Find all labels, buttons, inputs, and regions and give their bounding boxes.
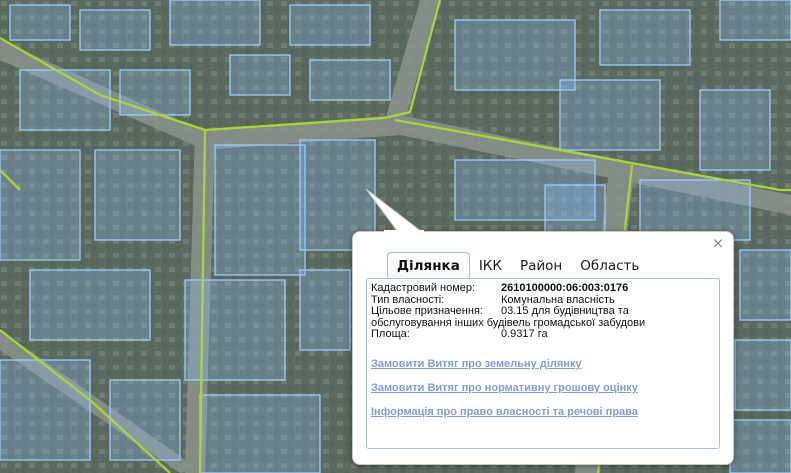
cadastral-number-value: 2610100000:06:003:0176	[501, 282, 629, 294]
tab-region[interactable]: Область	[571, 253, 648, 279]
tab-panel-parcel: Кадастровий номер: 2610100000:06:003:017…	[366, 278, 720, 449]
area-label: Площа:	[371, 328, 410, 340]
order-valuation-extract-link[interactable]: Замовити Витяг про нормативну грошову оц…	[371, 382, 638, 394]
parcel-info-popup: × Ділянка ІКК Район Область Кадастровий …	[352, 231, 734, 465]
tab-parcel[interactable]: Ділянка	[387, 252, 470, 280]
tab-district[interactable]: Район	[511, 253, 571, 279]
purpose-value: 03.15 для будівництва та	[501, 305, 629, 317]
popup-tabs: Ділянка ІКК Район Область	[387, 251, 648, 280]
parcel-details: Кадастровий номер: 2610100000:06:003:017…	[371, 282, 721, 341]
close-icon[interactable]: ×	[711, 236, 725, 251]
purpose-label: Цільове призначення:	[371, 305, 483, 317]
order-land-extract-link[interactable]: Замовити Витяг про земельну ділянку	[371, 358, 582, 370]
cadastral-number-label: Кадастровий номер:	[371, 282, 476, 294]
area-value: 0.9317 га	[501, 328, 548, 340]
popup-pointer	[365, 188, 424, 233]
ownership-info-link[interactable]: Інформація про право власності та речові…	[371, 406, 638, 418]
tab-ikk[interactable]: ІКК	[470, 253, 511, 279]
